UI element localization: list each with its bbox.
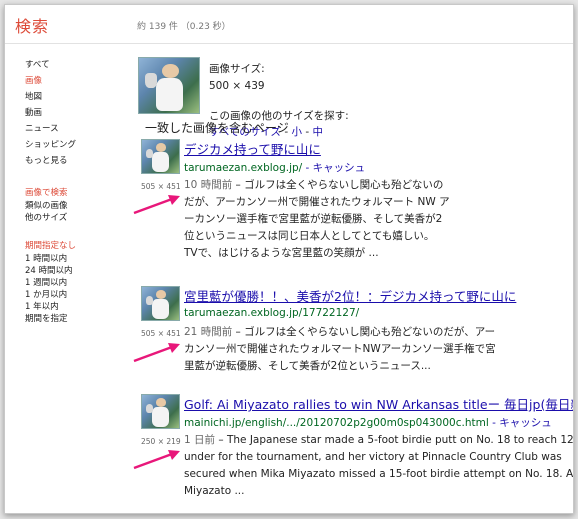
result-url: tarumaezan.exblog.jp/ - キャッシュ: [184, 162, 366, 174]
period-item-24h[interactable]: 24 時間以内: [25, 265, 135, 277]
annotation-arrow-icon: [133, 343, 180, 363]
result-title-link[interactable]: 宮里藍が優勝！！、美香が2位！：デジカメ持って野に山に: [184, 286, 516, 305]
image-size-value: 500 × 439: [209, 80, 265, 92]
browser-window: 検索 約 139 件 （0.23 秒） すべて 画像 地図 動画 ニュース ショ…: [4, 4, 574, 514]
search-result: Golf: Ai Miyazato rallies to win NW Arka…: [141, 394, 574, 509]
result-dimensions: 250 × 219: [141, 437, 181, 446]
top-bar: 検索 約 139 件 （0.23 秒）: [5, 5, 573, 44]
search-result: 宮里藍が優勝！！、美香が2位！：デジカメ持って野に山に tarumaezan.e…: [141, 286, 571, 376]
result-time: 1 日前: [184, 434, 216, 446]
result-time: 10 時間前: [184, 179, 233, 191]
similar-images-link[interactable]: 類似の画像: [25, 200, 135, 212]
result-snippet: 1 日前 – The Japanese star made a 5-foot b…: [184, 434, 574, 497]
period-item-1w[interactable]: 1 週間以内: [25, 277, 135, 289]
result-snippet: 10 時間前 – ゴルフは全くやらないし関心も殆どないの だが、アーカンソー州で…: [184, 179, 450, 259]
result-stats: 約 139 件 （0.23 秒）: [137, 22, 231, 32]
cache-link[interactable]: - キャッシュ: [302, 162, 366, 174]
query-image[interactable]: [138, 57, 200, 114]
result-title-link[interactable]: Golf: Ai Miyazato rallies to win NW Arka…: [184, 394, 573, 413]
sidebar-item-shopping[interactable]: ショッピング: [25, 137, 135, 153]
period-header[interactable]: 期間指定なし: [25, 240, 135, 253]
period-item-custom[interactable]: 期間を指定: [25, 313, 135, 325]
sidebar-item-all[interactable]: すべて: [25, 57, 135, 73]
result-title-link[interactable]: デジカメ持って野に山に: [184, 139, 321, 158]
period-item-1y[interactable]: 1 年以内: [25, 301, 135, 313]
size-link-medium[interactable]: 中: [312, 126, 323, 138]
annotation-arrow-icon: [133, 450, 180, 470]
result-dimensions: 505 × 451: [141, 182, 181, 191]
search-result: デジカメ持って野に山に tarumaezan.exblog.jp/ - キャッシ…: [141, 139, 571, 269]
result-thumbnail[interactable]: [141, 286, 180, 321]
result-thumbnail[interactable]: [141, 394, 180, 429]
result-time: 21 時間前: [184, 326, 233, 338]
period-item-1m[interactable]: 1 か月以内: [25, 289, 135, 301]
result-snippet: 21 時間前 – ゴルフは全くやらないし関心も殆どないのだが、アー カンソー州で…: [184, 326, 496, 372]
period-item-1h[interactable]: 1 時間以内: [25, 253, 135, 265]
annotation-arrow-icon: [133, 195, 180, 215]
result-thumbnail[interactable]: [141, 139, 180, 174]
result-dimensions: 505 × 451: [141, 329, 181, 338]
result-url: tarumaezan.exblog.jp/17722127/: [184, 307, 360, 319]
image-size-label: 画像サイズ:: [209, 63, 265, 75]
other-sizes-link[interactable]: 他のサイズ: [25, 212, 135, 224]
matching-pages-heading: 一致した画像を含むページ: [145, 121, 289, 135]
sidebar-item-news[interactable]: ニュース: [25, 121, 135, 137]
size-link-small[interactable]: 小: [292, 126, 303, 138]
search-by-image-header[interactable]: 画像で検索: [25, 187, 135, 200]
sidebar-item-videos[interactable]: 動画: [25, 105, 135, 121]
sidebar-item-maps[interactable]: 地図: [25, 89, 135, 105]
sidebar: すべて 画像 地図 動画 ニュース ショッピング もっと見る 画像で検索 類似の…: [25, 57, 135, 325]
result-url: mainichi.jp/english/.../20120702p2g00m0s…: [184, 417, 552, 429]
cache-link[interactable]: - キャッシュ: [489, 417, 552, 429]
sidebar-item-images[interactable]: 画像: [25, 73, 135, 89]
search-logo[interactable]: 検索: [15, 13, 49, 37]
sidebar-item-more[interactable]: もっと見る: [25, 153, 135, 169]
